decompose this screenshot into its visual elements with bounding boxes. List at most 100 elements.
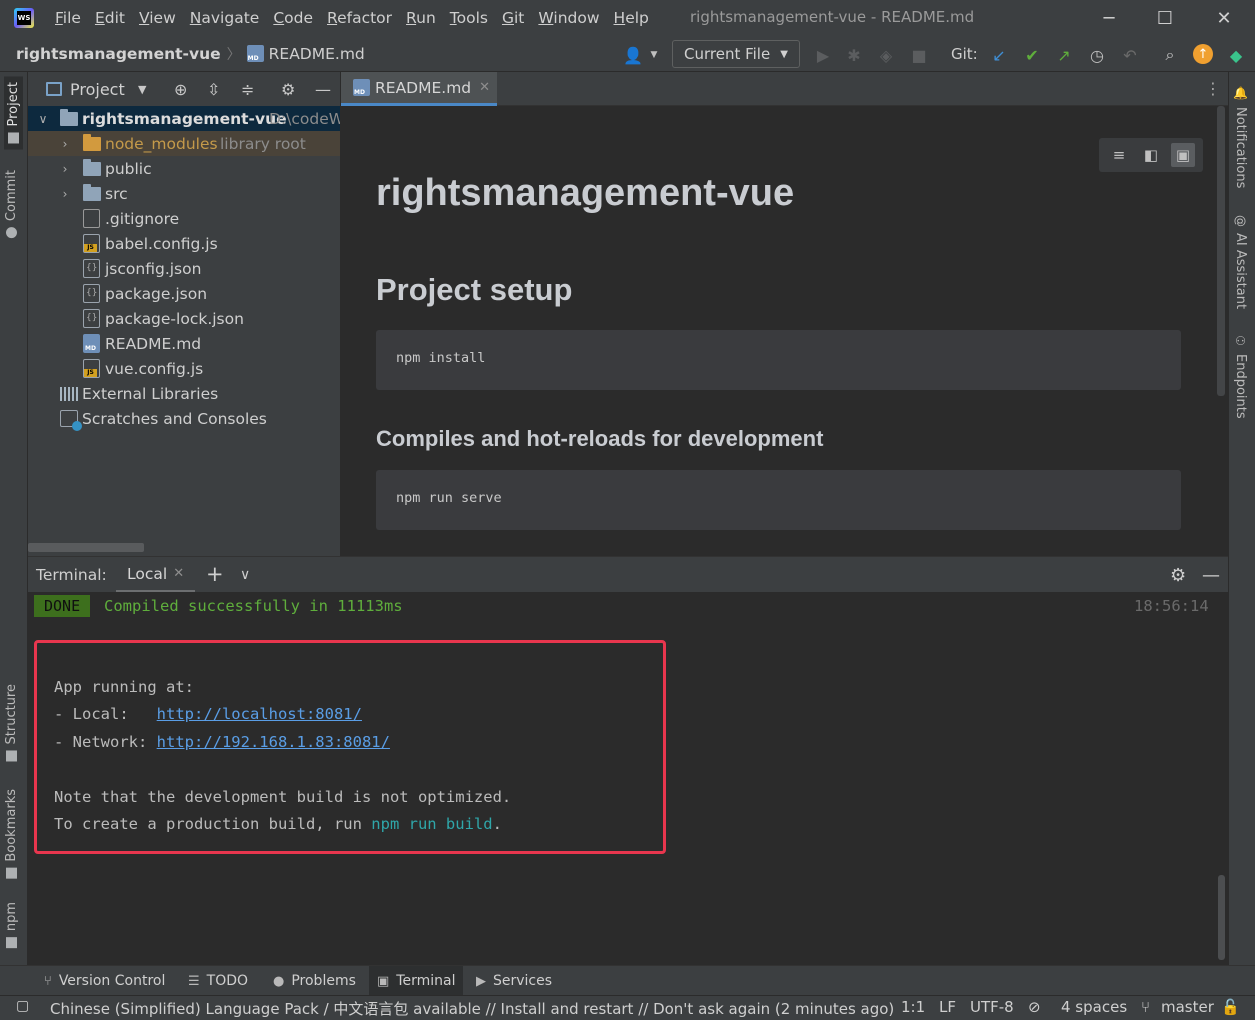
- menu-window[interactable]: Window: [531, 9, 606, 27]
- menu-code[interactable]: Code: [266, 9, 320, 27]
- project-panel-title[interactable]: Project: [70, 80, 125, 99]
- tree-item-package-json[interactable]: package.json: [28, 281, 340, 306]
- left-tool-stripe: Project Commit Structure Bookmarks npm: [0, 72, 28, 965]
- terminal-header: Terminal: Local ✕ + ∨ ⚙ —: [28, 556, 1228, 593]
- search-icon[interactable]: ⌕: [1159, 44, 1181, 66]
- user-icon[interactable]: 👤: [622, 44, 644, 66]
- minimize-icon[interactable]: ─: [1080, 0, 1138, 36]
- lock-icon[interactable]: 🔓: [1221, 998, 1240, 1016]
- close-tab-icon[interactable]: ✕: [173, 566, 184, 581]
- tool-tab-commit[interactable]: Commit: [4, 170, 19, 239]
- split-view-icon[interactable]: ◧: [1139, 143, 1163, 167]
- tool-tab-version-control[interactable]: ⑂ Version Control: [36, 966, 173, 996]
- tree-item-external-libraries[interactable]: External Libraries: [28, 381, 340, 406]
- breadcrumb-project[interactable]: rightsmanagement-vue: [16, 45, 221, 63]
- tree-item-vue-config[interactable]: vue.config.js: [28, 356, 340, 381]
- hide-panel-icon[interactable]: —: [315, 80, 331, 99]
- menu-refactor[interactable]: Refactor: [320, 9, 399, 27]
- preview-only-icon[interactable]: ▣: [1171, 143, 1195, 167]
- close-tab-icon[interactable]: ✕: [479, 80, 490, 95]
- editor-only-icon[interactable]: ≡: [1107, 143, 1131, 167]
- tool-tab-notifications[interactable]: 🔔 Notifications: [1233, 86, 1248, 188]
- run-configuration-select[interactable]: Current File ▼: [672, 40, 800, 68]
- menu-file[interactable]: File: [48, 9, 88, 27]
- more-options-icon[interactable]: ⋮: [1205, 79, 1221, 98]
- gear-icon[interactable]: ⚙: [1170, 565, 1186, 586]
- breadcrumb-file[interactable]: README.md: [269, 45, 365, 63]
- chevron-right-icon[interactable]: ›: [58, 187, 72, 201]
- markdown-view-toolbar: ≡ ◧ ▣: [1099, 138, 1203, 172]
- compiled-message: Compiled successfully in 11113ms: [104, 597, 403, 615]
- tree-item-babel-config[interactable]: babel.config.js: [28, 231, 340, 256]
- tool-tab-terminal[interactable]: ▣ Terminal: [369, 966, 464, 996]
- chevron-down-icon[interactable]: ▼: [643, 44, 665, 66]
- menu-edit[interactable]: Edit: [88, 9, 132, 27]
- collapse-all-icon[interactable]: ≑: [241, 80, 254, 99]
- tree-item-public[interactable]: › public: [28, 156, 340, 181]
- run-icon[interactable]: ▶: [812, 44, 834, 66]
- git-branch[interactable]: master: [1161, 998, 1214, 1016]
- menu-view[interactable]: View: [132, 9, 183, 27]
- tree-item-node-modules[interactable]: › node_modules library root: [28, 131, 340, 156]
- chevron-down-icon[interactable]: ∨: [240, 567, 250, 583]
- project-horizontal-scrollbar[interactable]: [28, 543, 144, 552]
- editor-vertical-scrollbar[interactable]: [1216, 106, 1228, 556]
- services-icon: ▶: [476, 973, 486, 989]
- maximize-icon[interactable]: ☐: [1136, 0, 1194, 36]
- terminal-vertical-scrollbar[interactable]: [1216, 592, 1228, 965]
- git-update-icon[interactable]: ↙: [988, 44, 1010, 66]
- tree-item-scratches[interactable]: Scratches and Consoles: [28, 406, 340, 431]
- stop-icon[interactable]: ■: [908, 44, 930, 66]
- coverage-icon[interactable]: ◈: [875, 44, 897, 66]
- gear-icon[interactable]: ⚙: [281, 80, 295, 99]
- rollback-icon[interactable]: ↶: [1119, 44, 1141, 66]
- ide-logo-icon[interactable]: ◆: [1225, 44, 1247, 66]
- chevron-right-icon[interactable]: ›: [58, 137, 72, 151]
- menu-git[interactable]: Git: [495, 9, 531, 27]
- menu-help[interactable]: Help: [607, 9, 656, 27]
- tool-tab-bookmarks[interactable]: Bookmarks: [4, 789, 19, 879]
- tool-tab-ai-assistant[interactable]: @ AI Assistant: [1233, 215, 1248, 309]
- tool-tab-endpoints[interactable]: ⚇ Endpoints: [1233, 334, 1248, 419]
- editor-tab-readme[interactable]: README.md ✕: [341, 72, 497, 106]
- locate-file-icon[interactable]: ⊕: [174, 80, 187, 99]
- chevron-down-icon[interactable]: ▼: [138, 83, 146, 96]
- toggle-tool-windows-icon[interactable]: ▢: [16, 998, 29, 1014]
- git-commit-icon[interactable]: ✔: [1021, 44, 1043, 66]
- tool-tab-todo[interactable]: ☰ TODO: [180, 966, 256, 996]
- new-terminal-icon[interactable]: +: [206, 562, 224, 586]
- status-message[interactable]: Chinese (Simplified) Language Pack / 中文语…: [50, 998, 894, 1019]
- tree-item-src[interactable]: › src: [28, 181, 340, 206]
- line-separator[interactable]: LF: [939, 998, 956, 1016]
- hide-panel-icon[interactable]: —: [1202, 565, 1220, 586]
- file-encoding[interactable]: UTF-8: [970, 998, 1014, 1016]
- tool-tab-project[interactable]: Project: [4, 76, 23, 150]
- chevron-down-icon[interactable]: ∨: [36, 112, 50, 126]
- close-window-icon[interactable]: ✕: [1195, 0, 1253, 36]
- readonly-toggle-icon[interactable]: ⊘: [1028, 998, 1041, 1016]
- markdown-file-icon: [246, 45, 264, 62]
- menu-run[interactable]: Run: [399, 9, 443, 27]
- updates-icon[interactable]: ↑: [1193, 44, 1213, 64]
- chevron-right-icon[interactable]: ›: [58, 162, 72, 176]
- tree-item-readme[interactable]: README.md: [28, 331, 340, 356]
- terminal-tab-local[interactable]: Local ✕: [116, 557, 196, 593]
- debug-icon[interactable]: ✱: [843, 44, 865, 66]
- tool-tab-npm[interactable]: npm: [4, 902, 19, 949]
- terminal-output[interactable]: DONE Compiled successfully in 11113ms 18…: [28, 592, 1216, 965]
- tree-item-jsconfig[interactable]: jsconfig.json: [28, 256, 340, 281]
- tool-tab-services[interactable]: ▶ Services: [468, 966, 560, 996]
- menu-tools[interactable]: Tools: [443, 9, 495, 27]
- tool-tab-structure[interactable]: Structure: [4, 684, 19, 762]
- tool-tab-problems[interactable]: ● Problems: [265, 966, 364, 996]
- tree-item-gitignore[interactable]: .gitignore: [28, 206, 340, 231]
- tree-item-package-lock[interactable]: package-lock.json: [28, 306, 340, 331]
- problems-icon: ●: [273, 973, 285, 989]
- menu-navigate[interactable]: Navigate: [183, 9, 267, 27]
- tree-item-root[interactable]: ∨ rightsmanagement-vue D:\codeW: [28, 106, 340, 131]
- expand-all-icon[interactable]: ⇳: [207, 80, 220, 99]
- indent-setting[interactable]: 4 spaces: [1061, 998, 1127, 1016]
- git-push-icon[interactable]: ↗: [1053, 44, 1075, 66]
- caret-position[interactable]: 1:1: [901, 998, 925, 1016]
- git-history-icon[interactable]: ◷: [1086, 44, 1108, 66]
